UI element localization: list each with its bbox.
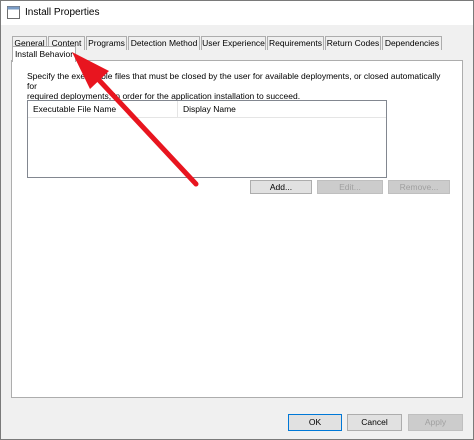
tab-user-experience[interactable]: User Experience [201, 36, 266, 50]
ok-button[interactable]: OK [288, 414, 342, 431]
tab-return-codes[interactable]: Return Codes [325, 36, 381, 50]
column-executable-file-name[interactable]: Executable File Name [28, 101, 177, 117]
tab-programs[interactable]: Programs [86, 36, 127, 50]
column-display-name[interactable]: Display Name [178, 101, 386, 117]
add-button[interactable]: Add... [250, 180, 312, 194]
tab-detection-method[interactable]: Detection Method [128, 36, 200, 50]
executable-files-list[interactable]: Executable File Name Display Name [27, 100, 387, 178]
tab-requirements[interactable]: Requirements [267, 36, 324, 50]
list-header: Executable File Name Display Name [28, 101, 386, 118]
description-line-1: Specify the executable files that must b… [27, 71, 441, 91]
cancel-button[interactable]: Cancel [347, 414, 402, 431]
title-bar: Install Properties [1, 1, 473, 25]
window-title: Install Properties [25, 7, 100, 18]
tab-dependencies[interactable]: Dependencies [382, 36, 442, 50]
description-text: Specify the executable files that must b… [27, 71, 447, 101]
app-window-icon [7, 6, 20, 19]
install-properties-dialog: Install Properties General Content Progr… [0, 0, 474, 440]
install-behavior-panel: Specify the executable files that must b… [11, 60, 463, 398]
edit-button[interactable]: Edit... [317, 180, 383, 194]
remove-button[interactable]: Remove... [388, 180, 450, 194]
tab-install-behavior[interactable]: Install Behavior [12, 46, 76, 62]
apply-button[interactable]: Apply [408, 414, 463, 431]
